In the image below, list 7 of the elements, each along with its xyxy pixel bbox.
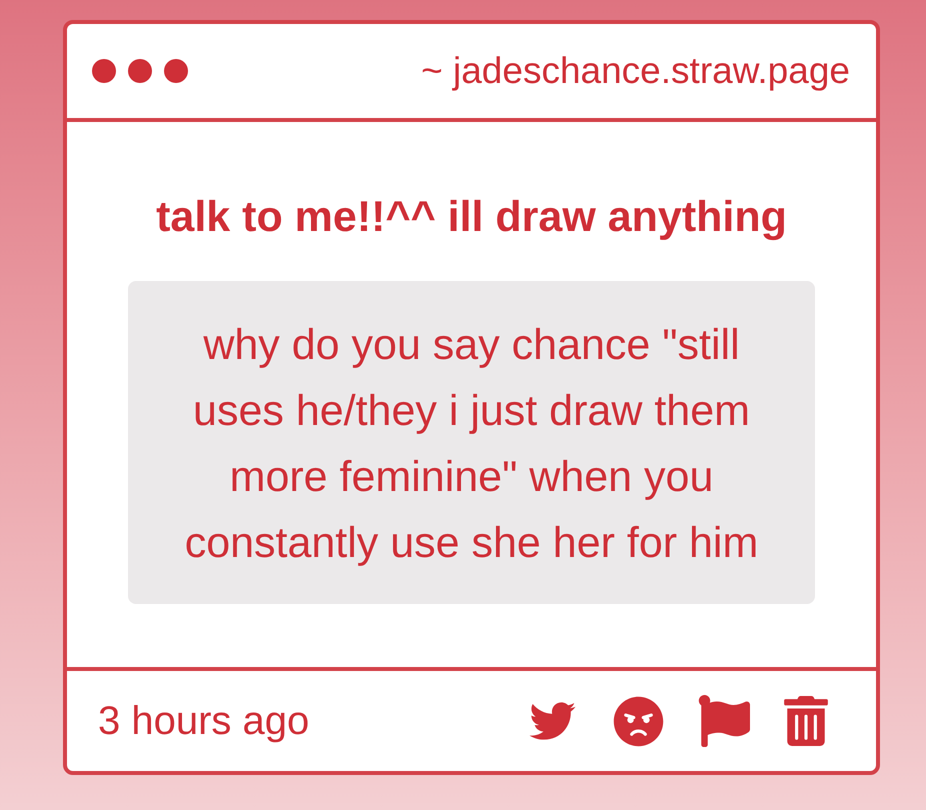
message-text: why do you say chance "still uses he/they i just draw them more feminine" when you constantly use she her for him [184, 320, 760, 569]
trash-icon[interactable] [784, 696, 828, 746]
flag-icon[interactable] [698, 695, 750, 747]
angry-face-icon[interactable] [613, 696, 664, 746]
page-address: ~ jadeschance.straw.page [421, 49, 850, 93]
post-title: talk to me!!^^ ill draw anything [156, 192, 787, 242]
post-time: 3 hours ago [98, 698, 310, 744]
